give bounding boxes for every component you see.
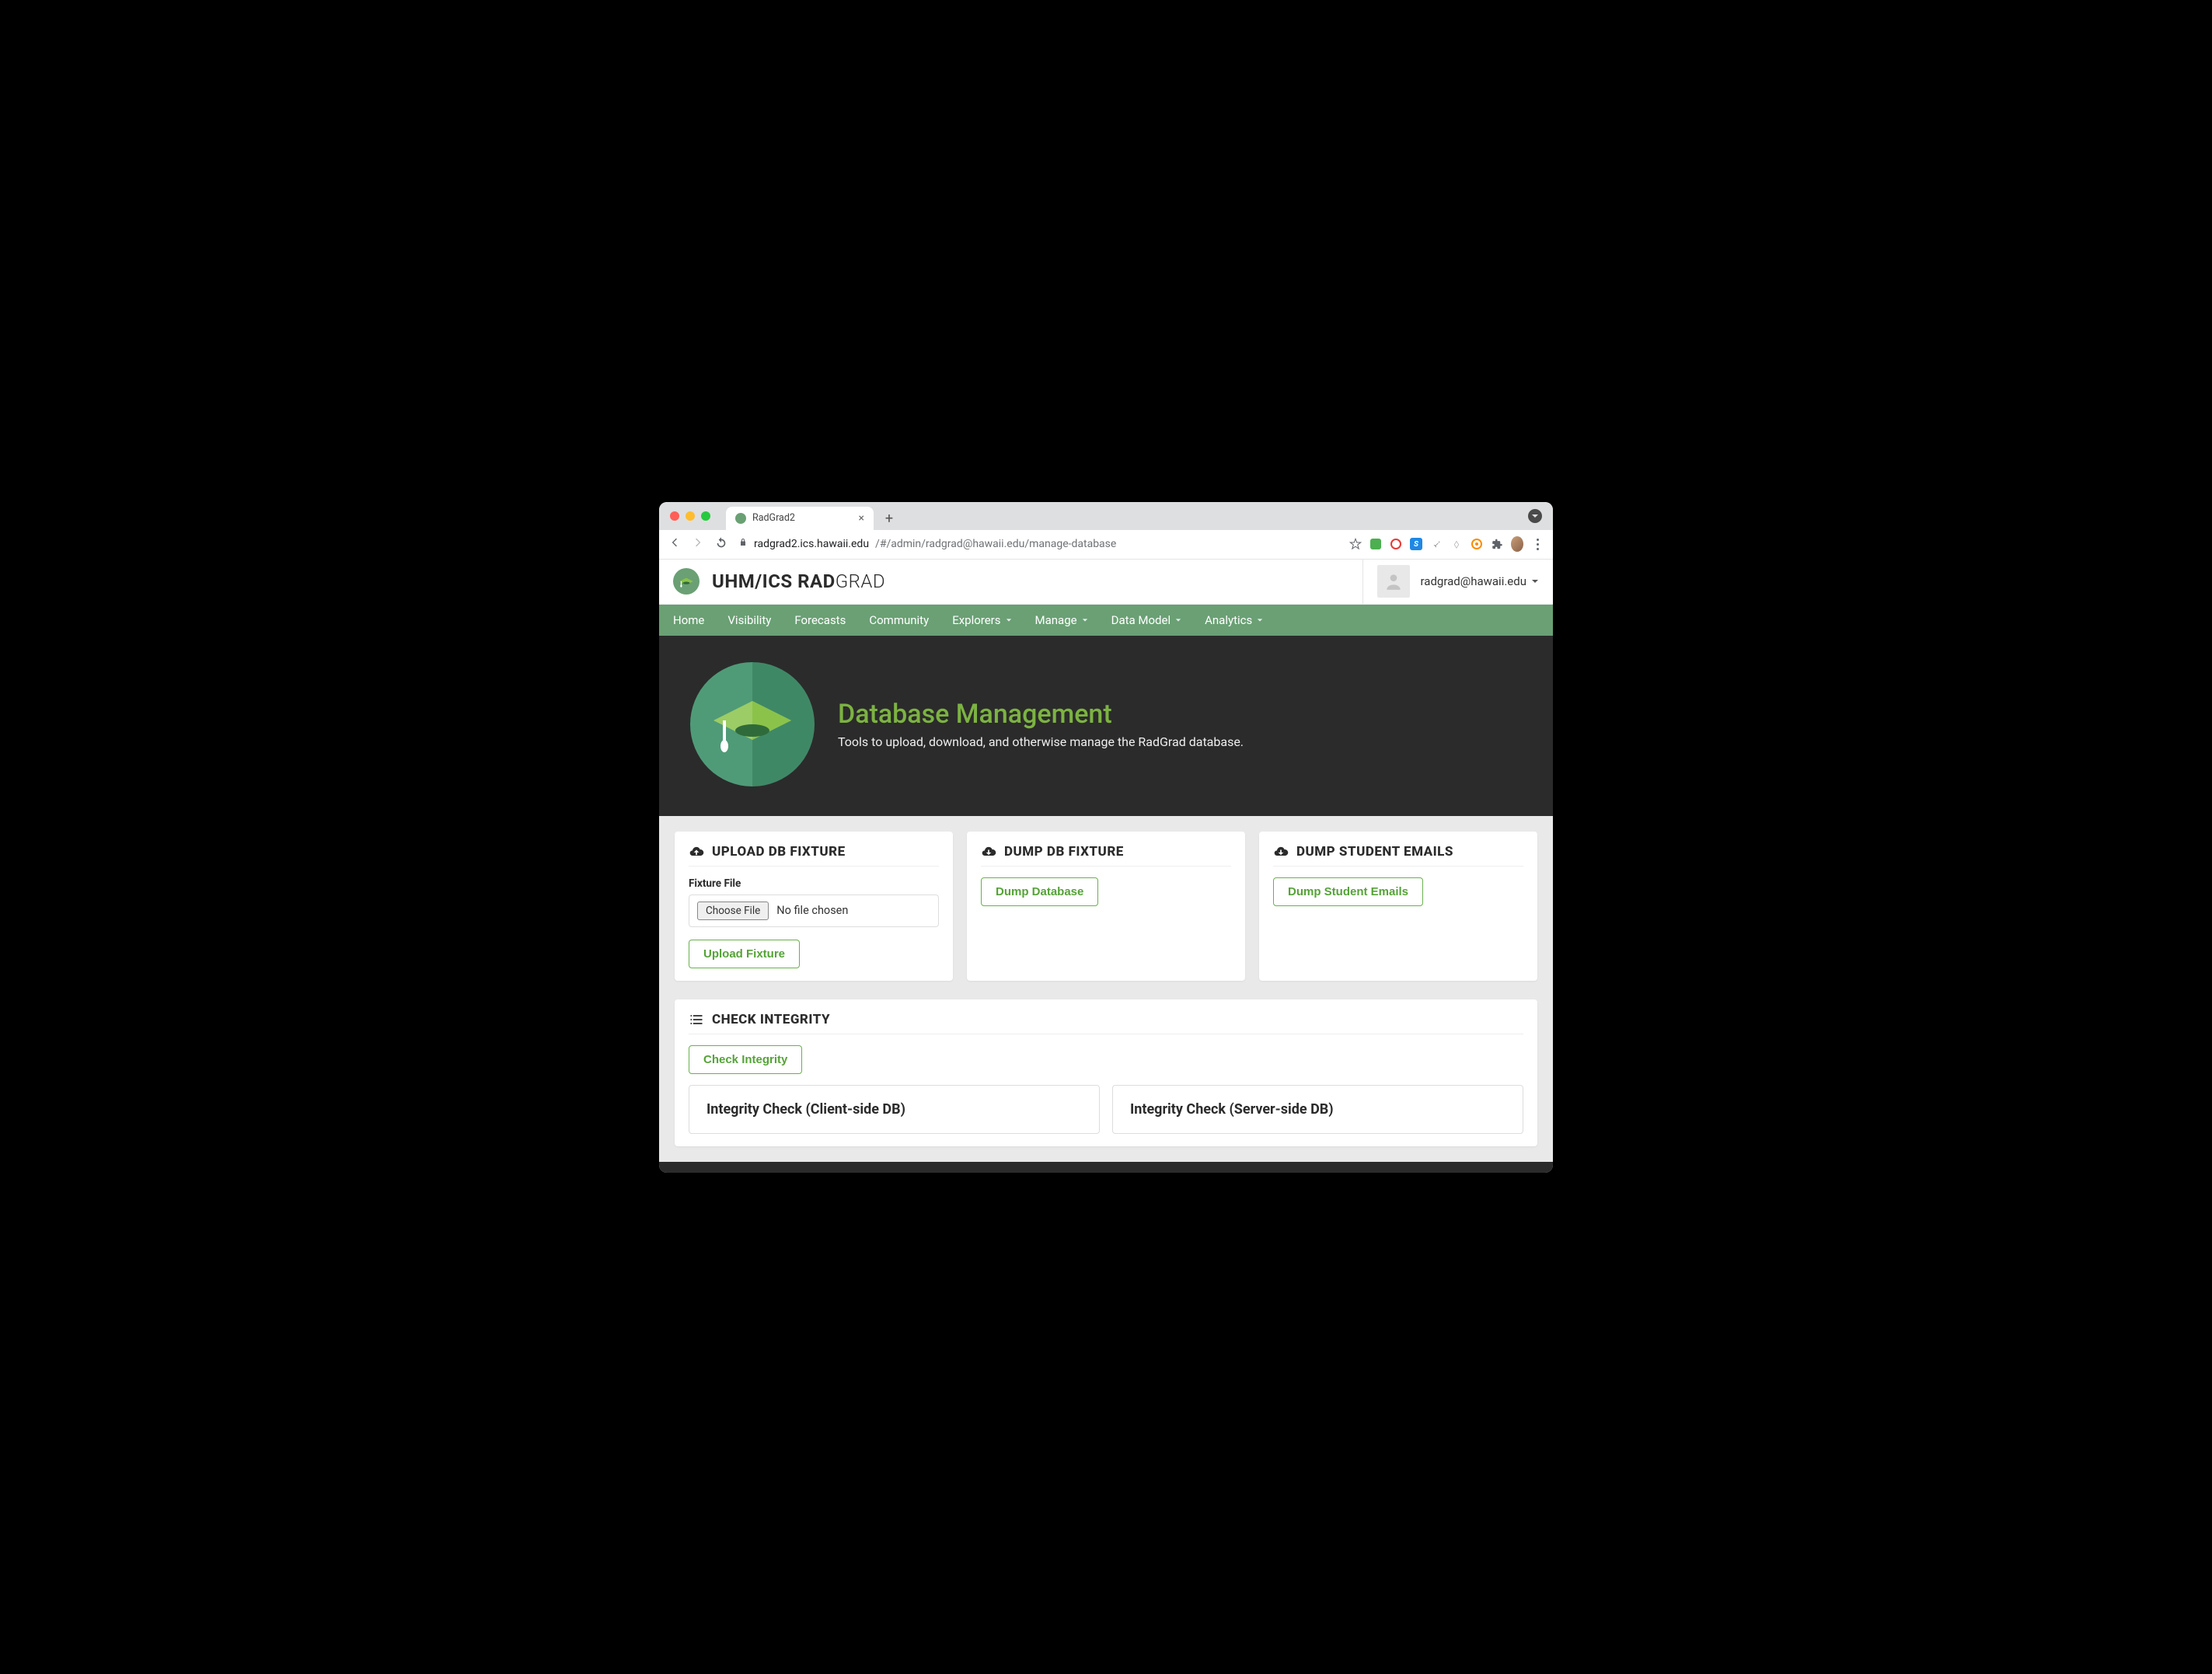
minimize-window-button[interactable]	[686, 511, 695, 521]
close-window-button[interactable]	[670, 511, 679, 521]
dump-database-button[interactable]: Dump Database	[981, 877, 1098, 906]
nav-buttons	[668, 536, 727, 552]
back-button[interactable]	[668, 536, 681, 552]
file-input[interactable]: Choose File No file chosen	[689, 895, 939, 927]
user-avatar-icon	[1377, 565, 1410, 598]
page-title: Database Management	[838, 699, 1244, 730]
card-upload-fixture: UPLOAD DB FIXTURE Fixture File Choose Fi…	[675, 832, 953, 981]
integrity-client-title: Integrity Check (Client-side DB)	[707, 1101, 1082, 1118]
check-integrity-button[interactable]: Check Integrity	[689, 1045, 802, 1074]
nav-item-analytics[interactable]: Analytics	[1205, 613, 1263, 627]
nav-item-forecasts[interactable]: Forecasts	[794, 613, 846, 627]
nav-item-explorers[interactable]: Explorers	[952, 613, 1011, 627]
dump-student-emails-button[interactable]: Dump Student Emails	[1273, 877, 1423, 906]
hero-logo-icon	[690, 662, 815, 786]
card-dump-db: DUMP DB FIXTURE Dump Database	[967, 832, 1245, 981]
browser-tab[interactable]: RadGrad2 ×	[726, 507, 874, 530]
cloud-upload-icon	[689, 844, 704, 860]
user-menu[interactable]: radgrad@hawaii.edu	[1362, 560, 1540, 604]
tab-close-button[interactable]: ×	[859, 512, 864, 525]
card-check-integrity: CHECK INTEGRITY Check Integrity Integrit…	[675, 999, 1537, 1146]
card-title: CHECK INTEGRITY	[712, 1012, 830, 1027]
bookmark-star-icon[interactable]	[1349, 538, 1362, 550]
tabs-overflow-button[interactable]	[1528, 509, 1542, 523]
app-logo-icon[interactable]	[673, 568, 700, 595]
page-subtitle: Tools to upload, download, and otherwise…	[838, 734, 1244, 749]
upload-fixture-button[interactable]: Upload Fixture	[689, 940, 800, 968]
maximize-window-button[interactable]	[701, 511, 710, 521]
card-row-1: UPLOAD DB FIXTURE Fixture File Choose Fi…	[675, 832, 1537, 981]
nav-item-data-model[interactable]: Data Model	[1111, 613, 1182, 627]
footer-strip	[659, 1162, 1553, 1173]
integrity-grid: Integrity Check (Client-side DB) Integri…	[689, 1085, 1523, 1134]
forward-button[interactable]	[692, 536, 704, 552]
extension-pin-icon[interactable]	[1430, 538, 1443, 550]
cloud-download-icon	[1273, 844, 1289, 860]
profile-avatar-icon[interactable]	[1511, 538, 1523, 550]
extension-ublock-icon[interactable]	[1471, 538, 1483, 550]
lock-icon	[738, 538, 748, 550]
extension-dropbox-icon[interactable]: ⬨	[1450, 538, 1463, 550]
new-tab-button[interactable]: +	[878, 508, 900, 530]
tab-title: RadGrad2	[752, 512, 795, 524]
extension-evernote-icon[interactable]	[1369, 538, 1382, 550]
list-check-icon	[689, 1012, 704, 1027]
window-titlebar: RadGrad2 × +	[659, 502, 1553, 530]
app-title: UHM/ICS RADGRAD	[712, 570, 885, 592]
reload-button[interactable]	[715, 536, 727, 552]
caret-down-icon	[1257, 617, 1263, 623]
nav-item-manage[interactable]: Manage	[1035, 613, 1088, 627]
extensions-menu-icon[interactable]	[1491, 538, 1503, 550]
integrity-server-box: Integrity Check (Server-side DB)	[1112, 1085, 1523, 1134]
tab-favicon	[735, 513, 746, 524]
tab-strip: RadGrad2 × +	[726, 502, 900, 530]
caret-down-icon	[1082, 617, 1088, 623]
app-title-thin: GRAD	[836, 570, 885, 592]
field-label: Fixture File	[689, 877, 939, 890]
nav-item-home[interactable]: Home	[673, 613, 704, 627]
card-title: DUMP DB FIXTURE	[1004, 844, 1124, 860]
page-body: UPLOAD DB FIXTURE Fixture File Choose Fi…	[659, 816, 1553, 1162]
extension-icons: S ⬨	[1349, 538, 1544, 550]
extension-opera-icon[interactable]	[1390, 538, 1402, 550]
address-field[interactable]: radgrad2.ics.hawaii.edu /#/admin/radgrad@…	[738, 538, 1338, 550]
app-header: UHM/ICS RADGRAD radgrad@hawaii.edu	[659, 560, 1553, 605]
choose-file-button[interactable]: Choose File	[697, 902, 769, 920]
nav-item-community[interactable]: Community	[869, 613, 929, 627]
card-dump-emails: DUMP STUDENT EMAILS Dump Student Emails	[1259, 832, 1537, 981]
card-title: UPLOAD DB FIXTURE	[712, 844, 846, 860]
extension-skype-icon[interactable]: S	[1410, 538, 1422, 550]
page-hero: Database Management Tools to upload, dow…	[659, 636, 1553, 816]
cloud-download-icon	[981, 844, 996, 860]
file-status-text: No file chosen	[776, 904, 848, 917]
app-title-bold: UHM/ICS RAD	[712, 570, 836, 592]
window-controls	[670, 511, 710, 521]
caret-down-icon	[1006, 617, 1012, 623]
user-email-text: radgrad@hawaii.edu	[1421, 574, 1527, 588]
integrity-server-title: Integrity Check (Server-side DB)	[1130, 1101, 1505, 1118]
caret-down-icon	[1531, 577, 1539, 585]
url-domain: radgrad2.ics.hawaii.edu	[754, 538, 869, 550]
browser-menu-button[interactable]	[1531, 538, 1544, 550]
main-nav: Home Visibility Forecasts Community Expl…	[659, 605, 1553, 636]
url-bar: radgrad2.ics.hawaii.edu /#/admin/radgrad@…	[659, 530, 1553, 560]
hero-text: Database Management Tools to upload, dow…	[838, 699, 1244, 749]
nav-item-visibility[interactable]: Visibility	[727, 613, 771, 627]
url-path: /#/admin/radgrad@hawaii.edu/manage-datab…	[875, 538, 1116, 550]
integrity-client-box: Integrity Check (Client-side DB)	[689, 1085, 1100, 1134]
browser-window: RadGrad2 × + radgrad2.ics.hawaii.edu /#/a…	[659, 502, 1553, 1173]
card-title: DUMP STUDENT EMAILS	[1296, 844, 1453, 860]
user-email-dropdown[interactable]: radgrad@hawaii.edu	[1421, 574, 1540, 588]
caret-down-icon	[1175, 617, 1181, 623]
